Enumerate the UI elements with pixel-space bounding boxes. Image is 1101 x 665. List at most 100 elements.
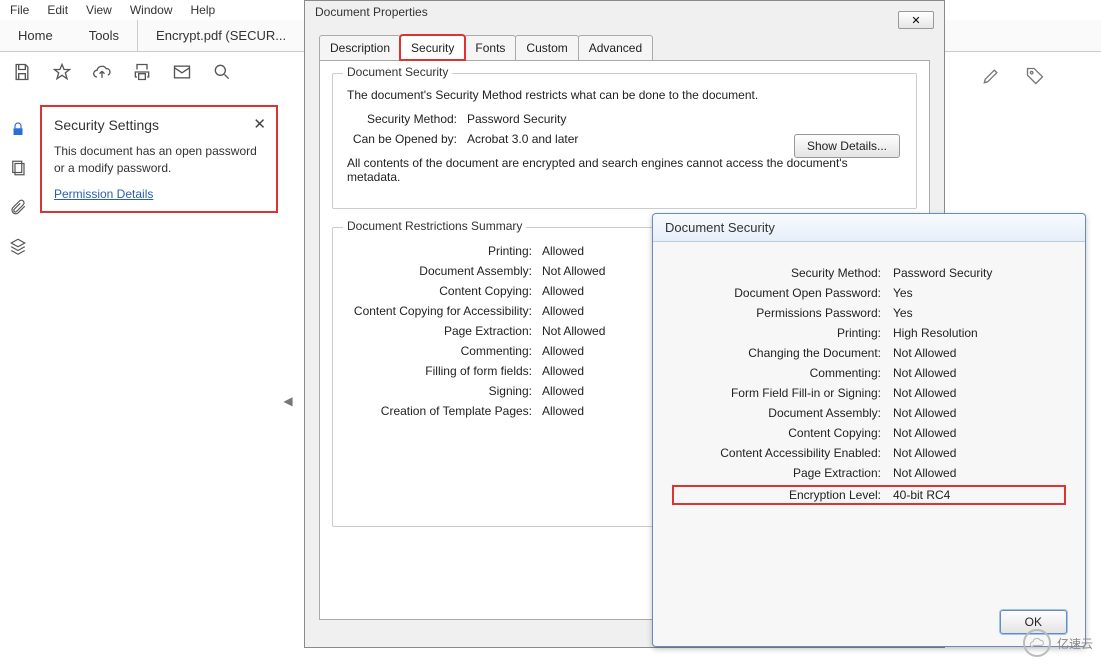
restriction-value: Allowed [542,344,584,358]
document-security-fieldset: Document Security The document's Securit… [332,73,917,209]
security-row-value: High Resolution [893,326,978,340]
security-method-value: Password Security [467,112,566,126]
lock-icon[interactable] [9,120,27,141]
menu-window[interactable]: Window [130,3,173,17]
extra-tools [981,66,1045,86]
security-row-value: Yes [893,286,913,300]
security-row-value: 40-bit RC4 [893,488,950,502]
tab-custom[interactable]: Custom [515,35,578,60]
security-row-label: Content Accessibility Enabled: [673,446,893,460]
show-details-button[interactable]: Show Details... [794,134,900,158]
security-row: Form Field Fill-in or Signing:Not Allowe… [673,386,1065,400]
restriction-value: Not Allowed [542,264,605,278]
security-row-label: Encryption Level: [673,488,893,502]
permission-details-link[interactable]: Permission Details [54,187,153,201]
security-row: Changing the Document:Not Allowed [673,346,1065,360]
security-row: Page Extraction:Not Allowed [673,466,1065,480]
restriction-label: Page Extraction: [347,324,542,338]
security-row-label: Content Copying: [673,426,893,440]
edit-icon[interactable] [981,66,1001,86]
dialog-tabs: Description Security Fonts Custom Advanc… [319,35,930,60]
mail-icon[interactable] [172,62,192,82]
opened-by-label: Can be Opened by: [347,132,467,146]
layers-icon[interactable] [9,237,27,258]
opened-by-value: Acrobat 3.0 and later [467,132,578,146]
restriction-label: Creation of Template Pages: [347,404,542,418]
attachment-icon[interactable] [9,198,27,219]
restriction-label: Printing: [347,244,542,258]
menu-edit[interactable]: Edit [47,3,68,17]
restriction-label: Content Copying: [347,284,542,298]
menu-help[interactable]: Help [191,3,216,17]
save-icon[interactable] [12,62,32,82]
encryption-description: All contents of the document are encrypt… [347,156,902,184]
restriction-value: Allowed [542,244,584,258]
dialog-title: Document Properties [305,1,944,23]
security-row-value: Not Allowed [893,466,956,480]
panel-body-text: This document has an open password or a … [54,143,264,177]
security-method-label: Security Method: [347,112,467,126]
security-row: Document Assembly:Not Allowed [673,406,1065,420]
restriction-label: Signing: [347,384,542,398]
tab-document[interactable]: Encrypt.pdf (SECUR... [137,20,304,51]
document-security-dialog: Document Security Security Method:Passwo… [652,213,1086,647]
dialog-title: Document Security [653,214,1085,242]
collapse-handle-icon[interactable]: ◀ [283,392,293,410]
security-row-label: Page Extraction: [673,466,893,480]
security-row-value: Not Allowed [893,426,956,440]
security-row: Content Copying:Not Allowed [673,426,1065,440]
close-icon[interactable]: ✕ [253,115,266,133]
restriction-value: Allowed [542,284,584,298]
fieldset-legend: Document Security [343,65,452,79]
security-row-value: Not Allowed [893,406,956,420]
security-row: Permissions Password:Yes [673,306,1065,320]
dialog-close-button[interactable]: ✕ [898,11,934,29]
security-row: Document Open Password:Yes [673,286,1065,300]
security-row-value: Password Security [893,266,992,280]
restriction-value: Allowed [542,384,584,398]
security-row-label: Document Assembly: [673,406,893,420]
security-row-label: Permissions Password: [673,306,893,320]
security-row-label: Form Field Fill-in or Signing: [673,386,893,400]
restriction-value: Allowed [542,304,584,318]
print-icon[interactable] [132,62,152,82]
restriction-value: Not Allowed [542,324,605,338]
security-row-value: Not Allowed [893,446,956,460]
menu-file[interactable]: File [10,3,29,17]
menu-view[interactable]: View [86,3,112,17]
restriction-value: Allowed [542,404,584,418]
star-icon[interactable] [52,62,72,82]
tab-fonts[interactable]: Fonts [464,35,516,60]
restriction-label: Commenting: [347,344,542,358]
watermark: 亿速云 [1023,629,1093,657]
zoom-icon[interactable] [212,62,232,82]
panel-title: Security Settings [54,117,264,133]
security-row-label: Document Open Password: [673,286,893,300]
pages-icon[interactable] [9,159,27,180]
tab-security[interactable]: Security [400,35,465,60]
restriction-label: Filling of form fields: [347,364,542,378]
tab-home[interactable]: Home [0,20,71,51]
restriction-label: Content Copying for Accessibility: [347,304,542,318]
security-row: Security Method:Password Security [673,266,1065,280]
left-rail [0,100,36,258]
security-row: Commenting:Not Allowed [673,366,1065,380]
security-row-value: Not Allowed [893,366,956,380]
fieldset-legend: Document Restrictions Summary [343,219,526,233]
restriction-value: Allowed [542,364,584,378]
security-row: Content Accessibility Enabled:Not Allowe… [673,446,1065,460]
security-row-label: Commenting: [673,366,893,380]
tab-description[interactable]: Description [319,35,401,60]
security-row-label: Printing: [673,326,893,340]
cloud-upload-icon[interactable] [92,62,112,82]
security-row: Printing:High Resolution [673,326,1065,340]
security-row-value: Not Allowed [893,386,956,400]
tab-tools[interactable]: Tools [71,20,137,51]
watermark-text: 亿速云 [1057,635,1093,652]
security-description: The document's Security Method restricts… [347,88,902,102]
tab-advanced[interactable]: Advanced [578,35,653,60]
restriction-label: Document Assembly: [347,264,542,278]
security-row-label: Changing the Document: [673,346,893,360]
tag-icon[interactable] [1025,66,1045,86]
security-row: Encryption Level:40-bit RC4 [673,486,1065,504]
